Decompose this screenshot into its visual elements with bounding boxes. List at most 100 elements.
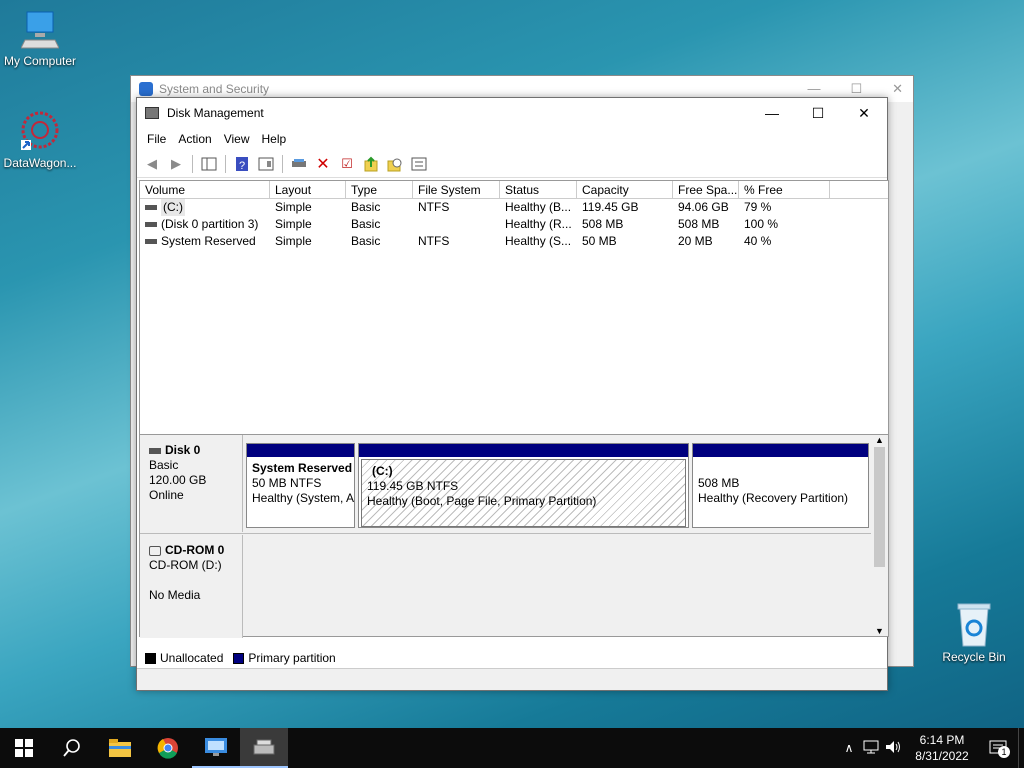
help-icon[interactable]: ? bbox=[231, 153, 253, 175]
minimize-icon[interactable]: — bbox=[807, 81, 820, 97]
disk-management-window[interactable]: Disk Management — ☐ ✕ File Action View H… bbox=[136, 97, 889, 691]
cdrom-0-label[interactable]: CD-ROM 0 CD-ROM (D:) No Media bbox=[140, 535, 243, 638]
disk-size: 120.00 GB bbox=[149, 473, 207, 487]
notification-badge: 1 bbox=[998, 746, 1010, 758]
column-header-percent-free[interactable]: % Free bbox=[739, 181, 830, 198]
chrome-icon[interactable] bbox=[144, 728, 192, 768]
clock-date: 8/31/2022 bbox=[915, 749, 969, 763]
legend-swatch-unallocated bbox=[145, 652, 156, 664]
cdrom-name: CD-ROM 0 bbox=[165, 543, 225, 557]
cell-type: Basic bbox=[351, 200, 381, 214]
cell-free-space: 508 MB bbox=[678, 217, 720, 231]
partition-status: Healthy (Recovery Partition) bbox=[698, 491, 849, 505]
maximize-icon[interactable]: ☐ bbox=[850, 81, 862, 97]
show-hide-tree-icon[interactable] bbox=[198, 153, 220, 175]
maximize-button[interactable]: ☐ bbox=[795, 98, 841, 128]
remote-desktop-icon[interactable] bbox=[192, 728, 240, 768]
chevron-up-icon[interactable]: ∧ bbox=[838, 741, 860, 755]
menu-view[interactable]: View bbox=[218, 132, 256, 146]
column-header-file-system[interactable]: File System bbox=[413, 181, 500, 198]
window-title: Disk Management bbox=[167, 106, 264, 120]
table-row[interactable]: System Reserved Simple Basic NTFS Health… bbox=[140, 233, 888, 250]
taskbar: ∧ 6:14 PM 8/31/2022 1 bbox=[0, 728, 1024, 768]
volume-icon bbox=[145, 205, 157, 210]
connect-disk-icon[interactable] bbox=[288, 153, 310, 175]
search-icon[interactable] bbox=[48, 728, 96, 768]
cell-percent-free: 100 % bbox=[744, 217, 779, 231]
menu-action[interactable]: Action bbox=[172, 132, 217, 146]
table-row[interactable]: (Disk 0 partition 3) Simple Basic Health… bbox=[140, 216, 888, 233]
forward-arrow-icon[interactable]: ▶ bbox=[165, 153, 187, 175]
scroll-down-icon[interactable]: ▼ bbox=[871, 626, 888, 636]
status-bar bbox=[137, 668, 887, 690]
cell-layout: Simple bbox=[275, 234, 312, 248]
partition-c[interactable]: (C:) 119.45 GB NTFS Healthy (Boot, Page … bbox=[358, 443, 689, 528]
rescan-icon[interactable] bbox=[360, 153, 382, 175]
table-row[interactable]: (C:) Simple Basic NTFS Healthy (B... 119… bbox=[140, 199, 888, 216]
checklist-icon[interactable]: ☑ bbox=[336, 153, 358, 175]
close-button[interactable]: ✕ bbox=[841, 98, 887, 128]
cell-volume: (Disk 0 partition 3) bbox=[161, 217, 259, 231]
back-arrow-icon[interactable]: ◀ bbox=[141, 153, 163, 175]
clock[interactable]: 6:14 PM 8/31/2022 bbox=[906, 732, 978, 764]
column-header-free-space[interactable]: Free Spa... bbox=[673, 181, 739, 198]
cell-file-system: NTFS bbox=[418, 234, 450, 248]
menu-file[interactable]: File bbox=[141, 132, 172, 146]
svg-text:?: ? bbox=[239, 160, 245, 172]
disk-name: Disk 0 bbox=[165, 443, 201, 457]
partition-recovery[interactable]: 508 MB Healthy (Recovery Partition) bbox=[692, 443, 869, 528]
minimize-button[interactable]: — bbox=[749, 98, 795, 128]
legend: Unallocated Primary partition bbox=[139, 648, 336, 668]
cdrom-drive: CD-ROM (D:) bbox=[149, 558, 222, 572]
volume-icon bbox=[145, 239, 157, 244]
disk-0-label[interactable]: Disk 0 Basic 120.00 GB Online bbox=[140, 435, 243, 532]
partition-size: 50 MB NTFS bbox=[252, 476, 322, 490]
cell-status: Healthy (B... bbox=[505, 200, 572, 214]
desktop-icon-label: My Computer bbox=[3, 54, 77, 68]
volume-list-header: Volume Layout Type File System Status Ca… bbox=[140, 181, 888, 199]
column-header-layout[interactable]: Layout bbox=[270, 181, 346, 198]
scroll-up-icon[interactable]: ▲ bbox=[871, 435, 888, 445]
disk-map-pane[interactable]: Disk 0 Basic 120.00 GB Online System Res… bbox=[139, 434, 889, 638]
close-icon[interactable]: ✕ bbox=[892, 81, 903, 97]
column-header-capacity[interactable]: Capacity bbox=[577, 181, 673, 198]
cell-capacity: 119.45 GB bbox=[582, 200, 639, 214]
network-icon[interactable] bbox=[860, 740, 882, 757]
search-icon[interactable] bbox=[384, 153, 406, 175]
cell-status: Healthy (S... bbox=[505, 234, 572, 248]
properties-icon[interactable] bbox=[255, 153, 277, 175]
cell-type: Basic bbox=[351, 217, 381, 231]
cdrom-media: No Media bbox=[149, 588, 201, 602]
cdrom-icon bbox=[149, 545, 161, 556]
delete-icon[interactable]: ✕ bbox=[312, 153, 334, 175]
desktop-icon-datawagon[interactable]: DataWagon... bbox=[0, 110, 80, 170]
disk-pane-scrollbar[interactable]: ▲ ▼ bbox=[871, 435, 888, 636]
cell-percent-free: 79 % bbox=[744, 200, 772, 214]
show-desktop-button[interactable] bbox=[1018, 728, 1024, 768]
partition-name: (C:) bbox=[372, 464, 393, 478]
partition-status: Healthy (System, A bbox=[252, 491, 354, 505]
cell-capacity: 508 MB bbox=[582, 217, 624, 231]
column-header-status[interactable]: Status bbox=[500, 181, 577, 198]
file-explorer-icon[interactable] bbox=[96, 728, 144, 768]
cell-free-space: 94.06 GB bbox=[678, 200, 729, 214]
disk-management-icon[interactable] bbox=[240, 728, 288, 768]
bg-window-title: System and Security bbox=[159, 82, 270, 96]
cell-capacity: 50 MB bbox=[582, 234, 617, 248]
partition-system-reserved[interactable]: System Reserved 50 MB NTFS Healthy (Syst… bbox=[246, 443, 355, 528]
cell-status: Healthy (R... bbox=[505, 217, 572, 231]
menu-help[interactable]: Help bbox=[256, 132, 293, 146]
volume-icon[interactable] bbox=[882, 740, 906, 757]
desktop-icon-my-computer[interactable]: My Computer bbox=[0, 10, 80, 68]
desktop-icon-recycle-bin[interactable]: Recycle Bin bbox=[934, 602, 1014, 664]
settings-icon[interactable] bbox=[408, 153, 430, 175]
recycle-bin-icon bbox=[954, 602, 994, 648]
legend-label-primary: Primary partition bbox=[248, 651, 336, 665]
menu-bar: File Action View Help bbox=[137, 128, 887, 150]
notification-icon[interactable]: 1 bbox=[978, 740, 1018, 758]
column-header-volume[interactable]: Volume bbox=[140, 181, 270, 198]
start-icon[interactable] bbox=[0, 728, 48, 768]
cell-percent-free: 40 % bbox=[744, 234, 772, 248]
scroll-thumb[interactable] bbox=[874, 447, 885, 567]
column-header-type[interactable]: Type bbox=[346, 181, 413, 198]
